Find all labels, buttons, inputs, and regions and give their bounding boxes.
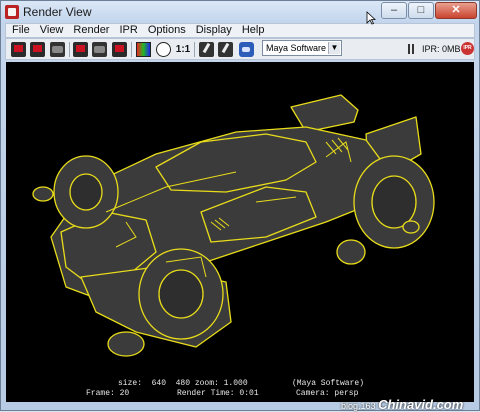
toolbar-separator <box>194 42 195 57</box>
menu-render[interactable]: Render <box>73 24 109 37</box>
render-time-info: Render Time: 0:01 <box>177 389 259 398</box>
menu-bar: File View Render IPR Options Display Hel… <box>5 23 475 38</box>
rgb-channels-icon[interactable] <box>136 42 151 57</box>
car-rear-wing <box>290 94 359 133</box>
ipr-status-icon[interactable]: IPR <box>461 42 474 55</box>
snapshot-icon[interactable] <box>50 42 65 57</box>
minimize-icon: – <box>390 4 398 16</box>
real-size-button[interactable]: 1:1 <box>174 42 192 57</box>
close-icon: ✕ <box>451 4 461 16</box>
window-title: Render View <box>23 5 92 19</box>
menu-options[interactable]: Options <box>148 24 186 37</box>
render-region-icon[interactable] <box>30 42 45 57</box>
renderer-value: Maya Software <box>266 43 327 53</box>
toolbar-separator <box>131 42 132 57</box>
menu-help[interactable]: Help <box>242 24 265 37</box>
menu-display[interactable]: Display <box>196 24 232 37</box>
keep-image-icon[interactable] <box>112 42 127 57</box>
rear-near-wheel <box>336 239 366 265</box>
ipr-memory-label: IPR: 0MB <box>422 44 461 54</box>
render-toolbar: 1:1 Maya Software ▼ IPR: 0MB IPR <box>5 38 475 60</box>
render-view-window: Render View – □ ✕ File View Render IPR O… <box>0 0 480 412</box>
render-viewport[interactable] <box>6 62 474 402</box>
watermark-prefix: blog.163 <box>341 401 376 411</box>
ipr-render-icon[interactable] <box>73 42 88 57</box>
watermark: blog.163 Chinavid.com <box>341 397 463 412</box>
render-settings-icon[interactable] <box>239 42 254 57</box>
maya-app-icon <box>5 5 19 19</box>
renderer-info: (Maya Software) <box>292 379 365 388</box>
render-size-info: size: 640 480 zoom: 1.000 <box>118 379 248 388</box>
renderer-dropdown[interactable]: Maya Software ▼ <box>262 40 342 56</box>
minimize-button[interactable]: – <box>381 2 407 19</box>
paint-brush-icon[interactable] <box>199 42 214 57</box>
title-bar[interactable]: Render View – □ ✕ <box>1 1 479 23</box>
menu-file[interactable]: File <box>12 24 30 37</box>
close-button[interactable]: ✕ <box>435 2 477 19</box>
frame-info: Frame: 20 <box>86 389 130 398</box>
watermark-brand: Chinavid.com <box>378 397 464 412</box>
rendered-car-image <box>32 94 435 357</box>
pause-ipr-icon[interactable] <box>408 44 414 54</box>
menu-ipr[interactable]: IPR <box>119 24 137 37</box>
alpha-channel-icon[interactable] <box>156 42 171 57</box>
refresh-ipr-icon[interactable] <box>92 42 107 57</box>
paint-effects-icon[interactable] <box>218 42 233 57</box>
maximize-icon: □ <box>417 4 425 16</box>
maximize-button[interactable]: □ <box>408 2 434 19</box>
redo-previous-render-icon[interactable] <box>11 42 26 57</box>
mouse-cursor-icon <box>366 11 376 25</box>
menu-view[interactable]: View <box>40 24 64 37</box>
window-controls: – □ ✕ <box>381 2 477 20</box>
front-roller <box>107 331 145 357</box>
toolbar-separator <box>69 42 70 57</box>
chevron-down-icon: ▼ <box>328 42 340 54</box>
